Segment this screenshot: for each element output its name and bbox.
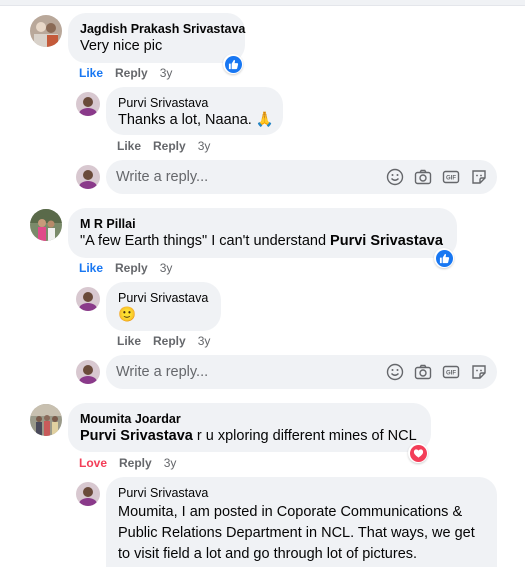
reply-actions: Like Reply 3y [117,334,222,348]
timestamp[interactable]: 3y [160,261,173,275]
comment-author[interactable]: M R Pillai [80,216,445,232]
comment-actions: Like Reply 3y [79,66,184,80]
avatar[interactable] [76,92,100,116]
like-button[interactable]: Like [79,261,103,275]
smiley-icon[interactable] [385,167,405,187]
comment-bubble: Moumita Joardar Purvi Srivastava r u xpl… [68,403,431,452]
timestamp[interactable]: 3y [164,456,177,470]
reply-input[interactable] [116,160,371,194]
like-button[interactable]: Like [117,139,141,153]
smiley-icon[interactable] [385,362,405,382]
like-reaction-badge[interactable] [434,248,454,268]
avatar[interactable] [30,404,62,436]
camera-icon[interactable] [413,362,433,382]
timestamp[interactable]: 3y [198,334,211,348]
comment-bubble: M R Pillai "A few Earth things" I can't … [68,208,457,258]
reply-text: 🙂 [118,307,137,323]
avatar[interactable] [76,482,100,506]
svg-text:GIF: GIF [446,371,456,377]
like-button[interactable]: Like [79,66,103,80]
reply-input[interactable] [116,355,371,389]
sticker-icon[interactable] [469,167,489,187]
comment-actions: Love Reply 3y [79,456,188,470]
avatar[interactable] [76,287,100,311]
comment-bubble: Jagdish Prakash Srivastava Very nice pic [68,13,245,63]
love-reaction-badge[interactable] [408,443,428,463]
reply-composer: GIF [106,355,497,389]
current-user-avatar[interactable] [76,360,100,384]
gif-icon[interactable]: GIF [441,167,461,187]
like-reaction-badge[interactable] [223,54,243,74]
avatar[interactable] [30,209,62,241]
reply-author[interactable]: Purvi Srivastava [118,485,485,501]
reply-composer: GIF [106,160,497,194]
reply-bubble: Purvi Srivastava 🙂 [106,282,221,331]
reply-bubble: Purvi Srivastava Thanks a lot, Naana. 🙏 [106,87,283,135]
reply-text: Moumita, I am posted in Coporate Communi… [118,504,475,562]
comment-body: r u xploring different mines of NCL [192,428,417,444]
reply-text: Thanks a lot, Naana. 🙏 [118,112,274,128]
timestamp[interactable]: 3y [160,66,173,80]
comment-text: "A few Earth things" I can't understand … [80,232,445,251]
timestamp[interactable]: 3y [198,139,211,153]
reply-actions: Like Reply 3y [117,139,222,153]
gif-icon[interactable]: GIF [441,362,461,382]
thumbs-up-icon [224,55,242,73]
sticker-icon[interactable] [469,362,489,382]
reply-button[interactable]: Reply [153,139,186,153]
comment-author[interactable]: Moumita Joardar [80,411,419,427]
comment-actions: Like Reply 3y [79,261,184,275]
reply-button[interactable]: Reply [119,456,152,470]
avatar[interactable] [30,15,62,47]
reply-button[interactable]: Reply [153,334,186,348]
reply-author[interactable]: Purvi Srivastava [118,95,271,111]
top-divider [0,0,525,6]
reply-bubble: Purvi Srivastava Moumita, I am posted in… [106,477,497,567]
svg-text:GIF: GIF [446,176,456,182]
like-button[interactable]: Like [117,334,141,348]
reply-author[interactable]: Purvi Srivastava [118,290,209,306]
heart-icon [409,444,427,462]
current-user-avatar[interactable] [76,165,100,189]
reply-button[interactable]: Reply [115,66,148,80]
mention-link[interactable]: Purvi Srivastava [80,428,193,444]
love-button[interactable]: Love [79,456,107,470]
camera-icon[interactable] [413,167,433,187]
comment-author[interactable]: Jagdish Prakash Srivastava [80,21,245,37]
comment-text: Purvi Srivastava r u xploring different … [80,427,419,446]
mention-link[interactable]: Purvi Srivastava [330,233,443,249]
comment-text: Very nice pic [80,38,163,54]
comment-body: "A few Earth things" I can't understand [80,233,331,249]
reply-button[interactable]: Reply [115,261,148,275]
thumbs-up-icon [435,249,453,267]
